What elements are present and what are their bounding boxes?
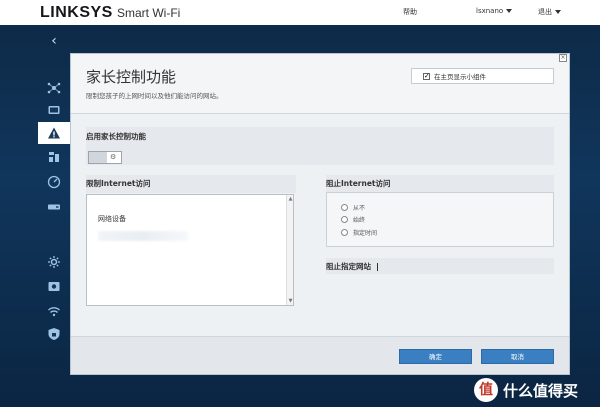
block-sites-section[interactable]: 阻止指定网站 — [326, 258, 554, 274]
connectivity-icon[interactable] — [38, 251, 70, 273]
speed-test-icon[interactable] — [38, 171, 70, 193]
block-section-header: 阻止Internet访问 — [326, 175, 554, 193]
radio-always[interactable]: 始终 — [341, 215, 365, 224]
enable-toggle[interactable]: ⚙ — [88, 151, 122, 164]
smart-wifi-label: Smart Wi-Fi — [117, 6, 181, 20]
wireless-icon[interactable] — [38, 300, 70, 322]
block-options: 从不 始终 指定时间 — [326, 192, 554, 247]
close-icon[interactable]: × — [559, 54, 567, 62]
panel-header: 家长控制功能 限制您孩子的上网时间以及他们能访问的网站。 ✓ 在主页显示小组件 — [71, 54, 569, 114]
help-label: 帮助 — [403, 8, 417, 16]
radio-button[interactable] — [341, 216, 348, 223]
radio-specific-times[interactable]: 指定时间 — [341, 228, 377, 237]
enable-section: 启用家长控制功能 ⚙ — [86, 127, 554, 165]
chevron-down-icon — [555, 10, 561, 14]
external-storage-icon[interactable] — [38, 196, 70, 218]
user-label: lsxnano — [476, 7, 504, 15]
help-link[interactable]: 帮助 — [403, 7, 417, 17]
watermark-logo: 值 — [474, 378, 498, 402]
list-item[interactable] — [98, 231, 188, 241]
devices-icon[interactable] — [38, 99, 70, 121]
watermark: 值 什么值得买 — [474, 378, 578, 402]
radio-label: 始终 — [353, 217, 366, 224]
parental-controls-icon[interactable] — [38, 122, 70, 144]
page-title: 家长控制功能 — [86, 68, 177, 86]
radio-button[interactable] — [341, 204, 348, 211]
top-bar: LINKSYS Smart Wi-Fi 帮助 lsxnano 退出 — [0, 0, 600, 25]
logout-label: 退出 — [538, 8, 552, 16]
show-widget-label: 在主页显示小组件 — [434, 73, 486, 81]
show-widget-checkbox[interactable]: ✓ 在主页显示小组件 — [411, 68, 554, 84]
device-list[interactable]: 网络设备 ▲ ▼ — [86, 194, 294, 306]
linksys-logo: LINKSYS — [40, 4, 113, 21]
logout-menu[interactable]: 退出 — [538, 7, 561, 17]
radio-label: 从不 — [353, 205, 366, 212]
sidebar: ‹ — [38, 25, 70, 407]
checkmark-icon[interactable]: ✓ — [423, 72, 430, 80]
watermark-text: 什么值得买 — [503, 381, 579, 400]
text-cursor — [377, 263, 378, 271]
user-menu[interactable]: lsxnano — [476, 7, 513, 15]
radio-button[interactable] — [341, 229, 348, 236]
device-list-label: 网络设备 — [98, 215, 126, 223]
cancel-button[interactable]: 取消 — [481, 349, 554, 364]
restrict-label: 限制Internet访问 — [86, 179, 151, 188]
media-prioritization-icon[interactable] — [38, 146, 70, 168]
radio-never[interactable]: 从不 — [341, 203, 365, 212]
radio-label: 指定时间 — [353, 230, 378, 237]
panel-footer: 确定 取消 — [71, 336, 569, 374]
toggle-knob — [89, 152, 107, 163]
security-icon[interactable] — [38, 323, 70, 345]
troubleshooting-icon[interactable] — [38, 275, 70, 297]
ok-button[interactable]: 确定 — [399, 349, 472, 364]
restrict-section-header: 限制Internet访问 — [86, 175, 296, 193]
chevron-down-icon — [506, 9, 513, 13]
scrollbar[interactable]: ▲ ▼ — [286, 195, 293, 305]
enable-label: 启用家长控制功能 — [86, 132, 146, 141]
scroll-up-icon[interactable]: ▲ — [287, 196, 294, 202]
scroll-down-icon[interactable]: ▼ — [287, 298, 294, 304]
block-label: 阻止Internet访问 — [326, 179, 391, 188]
page-description: 限制您孩子的上网时间以及他们能访问的网站。 — [86, 92, 223, 100]
network-map-icon[interactable] — [38, 77, 70, 99]
block-sites-text: 阻止指定网站 — [326, 262, 371, 271]
gear-icon: ⚙ — [110, 153, 117, 161]
parental-controls-panel: 家长控制功能 限制您孩子的上网时间以及他们能访问的网站。 ✓ 在主页显示小组件 … — [70, 53, 570, 375]
block-sites-label: 阻止指定网站 — [326, 261, 378, 272]
back-button[interactable]: ‹ — [45, 32, 63, 50]
